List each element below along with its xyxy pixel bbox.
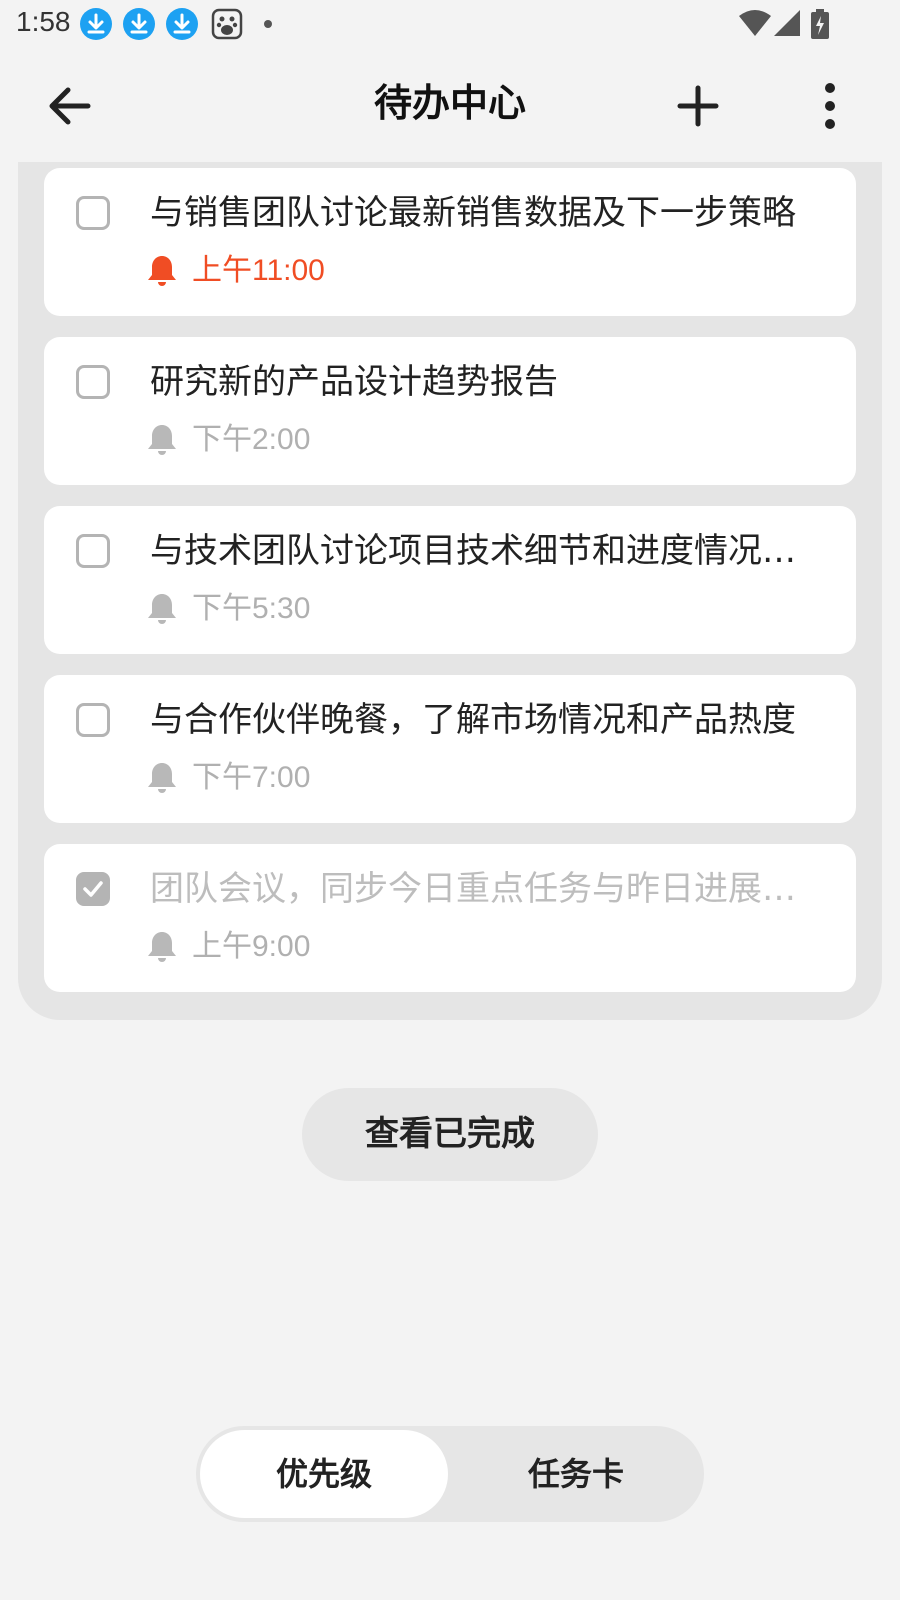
status-time: 1:58 bbox=[16, 6, 71, 37]
task-card[interactable]: 团队会议，同步今日重点任务与昨日进展… 上午9:00 bbox=[44, 844, 856, 992]
segment-task-card[interactable]: 任务卡 bbox=[452, 1430, 700, 1518]
baidu-icon bbox=[211, 8, 243, 40]
wifi-icon bbox=[738, 8, 771, 40]
task-time: 上午9:00 bbox=[192, 930, 311, 963]
task-checkbox[interactable] bbox=[76, 196, 110, 230]
download-icon bbox=[123, 8, 155, 40]
task-card[interactable]: 与销售团队讨论最新销售数据及下一步策略 上午11:00 bbox=[44, 168, 856, 316]
task-checkbox[interactable] bbox=[76, 534, 110, 568]
download-icon bbox=[166, 8, 198, 40]
bell-icon bbox=[146, 592, 178, 626]
download-icon bbox=[80, 8, 112, 40]
bell-icon bbox=[146, 761, 178, 795]
task-list: 与销售团队讨论最新销售数据及下一步策略 上午11:00 研究新的产品设计趋势报告… bbox=[18, 162, 882, 1020]
task-title: 与销售团队讨论最新销售数据及下一步策略 bbox=[150, 193, 796, 233]
task-card[interactable]: 与合作伙伴晚餐，了解市场情况和产品热度 下午7:00 bbox=[44, 675, 856, 823]
battery-charging-icon bbox=[810, 8, 842, 40]
add-button[interactable] bbox=[668, 76, 728, 136]
more-button[interactable] bbox=[800, 76, 860, 136]
signal-icon bbox=[772, 8, 804, 40]
task-title: 与合作伙伴晚餐，了解市场情况和产品热度 bbox=[150, 700, 796, 740]
dot-icon bbox=[264, 20, 272, 28]
task-checkbox[interactable] bbox=[76, 703, 110, 737]
more-vert-icon bbox=[800, 83, 860, 140]
task-title: 研究新的产品设计趋势报告 bbox=[150, 362, 558, 402]
task-checkbox[interactable] bbox=[76, 872, 110, 906]
app-bar: 待办中心 bbox=[0, 48, 900, 162]
task-time: 上午11:00 bbox=[192, 254, 325, 287]
segment-priority[interactable]: 优先级 bbox=[200, 1430, 448, 1518]
view-mode-toggle: 优先级 任务卡 bbox=[196, 1426, 704, 1522]
task-time: 下午5:30 bbox=[192, 592, 311, 625]
task-card[interactable]: 与技术团队讨论项目技术细节和进度情况… 下午5:30 bbox=[44, 506, 856, 654]
bell-icon bbox=[146, 423, 178, 457]
task-title: 与技术团队讨论项目技术细节和进度情况… bbox=[150, 531, 796, 571]
task-card[interactable]: 研究新的产品设计趋势报告 下午2:00 bbox=[44, 337, 856, 485]
task-time: 下午7:00 bbox=[192, 761, 311, 794]
status-bar: 1:58 bbox=[0, 0, 900, 48]
bell-icon bbox=[146, 930, 178, 964]
task-time: 下午2:00 bbox=[192, 423, 311, 456]
page-title: 待办中心 bbox=[373, 81, 526, 125]
task-title: 团队会议，同步今日重点任务与昨日进展… bbox=[150, 869, 796, 909]
task-checkbox[interactable] bbox=[76, 365, 110, 399]
bell-icon bbox=[146, 254, 178, 288]
plus-icon bbox=[668, 85, 728, 140]
view-completed-button[interactable]: 查看已完成 bbox=[302, 1088, 598, 1181]
